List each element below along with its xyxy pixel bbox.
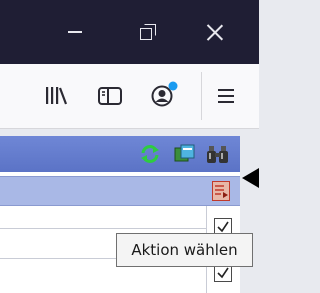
account-icon[interactable]: [148, 80, 182, 110]
close-icon: [206, 23, 224, 41]
sidebar-icon[interactable]: [97, 84, 123, 108]
new-window-icon[interactable]: [174, 144, 196, 164]
checkmark-icon: [217, 267, 229, 279]
panel-header: [0, 136, 240, 172]
menu-icon[interactable]: [215, 85, 237, 107]
minimize-button[interactable]: [44, 0, 106, 64]
binoculars-icon[interactable]: [206, 144, 230, 164]
column-header-bar: [0, 176, 240, 206]
toolbar-separator: [201, 72, 202, 120]
minimize-icon: [68, 31, 82, 33]
tooltip: Aktion wählen: [116, 233, 253, 267]
addon-panel: [0, 136, 240, 293]
restore-icon: [140, 24, 156, 40]
pointer-arrow: [242, 168, 259, 188]
refresh-icon[interactable]: [140, 144, 160, 164]
browser-toolbar: [0, 64, 259, 129]
window-titlebar: [0, 0, 259, 64]
restore-button[interactable]: [117, 0, 179, 64]
close-button[interactable]: [184, 0, 246, 64]
row-divider: [0, 228, 206, 229]
library-icon[interactable]: [43, 84, 69, 108]
select-action-icon[interactable]: [212, 181, 230, 201]
